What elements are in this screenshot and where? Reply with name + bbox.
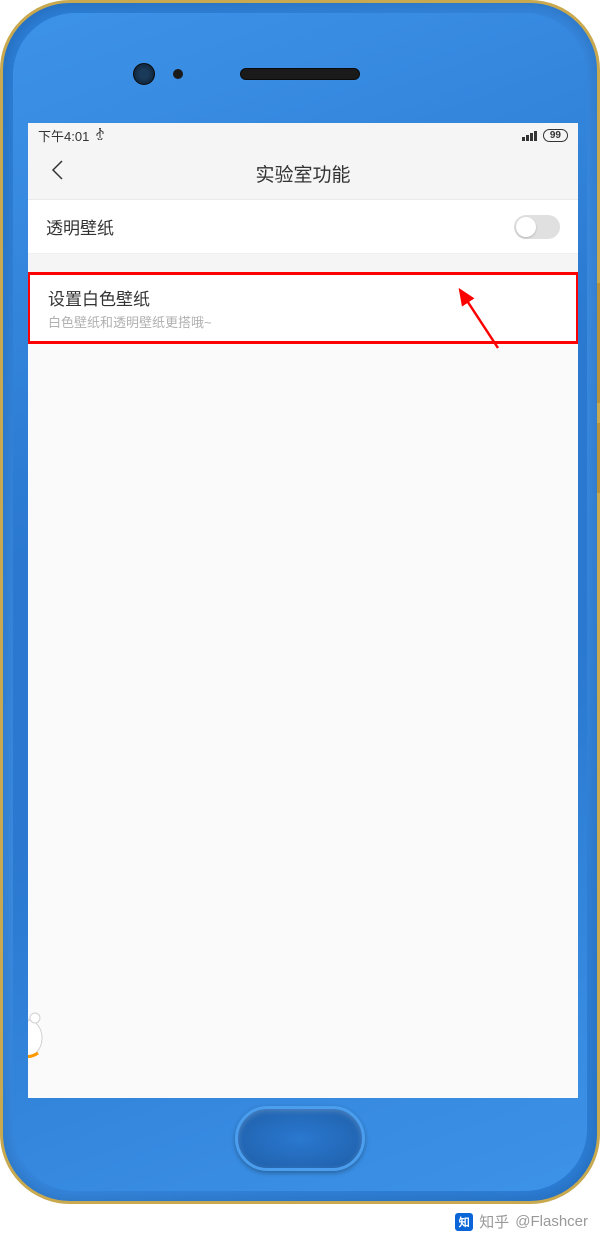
signal-icon [522, 131, 537, 141]
proximity-sensor [173, 69, 183, 79]
front-camera [133, 63, 155, 85]
battery-indicator: 99 [543, 129, 568, 142]
toggle-knob [516, 217, 536, 237]
earpiece-speaker [240, 68, 360, 80]
back-button[interactable] [40, 154, 74, 193]
setting-row-white-wallpaper[interactable]: 设置白色壁纸 白色壁纸和透明壁纸更搭哦~ [28, 272, 578, 344]
zhihu-logo-icon: 知 [455, 1213, 473, 1231]
toggle-transparent-wallpaper[interactable] [514, 215, 560, 239]
watermark-platform: 知乎 [479, 1211, 509, 1232]
setting-row-transparent-wallpaper[interactable]: 透明壁纸 [28, 200, 578, 254]
page-title: 实验室功能 [28, 160, 578, 187]
home-button[interactable] [235, 1106, 365, 1171]
phone-screen: 下午4:01 99 实验室功能 透明壁纸 [28, 123, 578, 1098]
setting-label: 透明壁纸 [46, 214, 114, 239]
watermark-author: @Flashcer [515, 1213, 588, 1230]
setting-title: 设置白色壁纸 [48, 285, 558, 310]
mascot-icon [28, 1008, 53, 1068]
status-time: 下午4:01 [38, 126, 89, 145]
empty-content-area [28, 344, 578, 1098]
phone-frame: 下午4:01 99 实验室功能 透明壁纸 [0, 0, 600, 1204]
watermark: 知 知乎 @Flashcer [455, 1211, 588, 1232]
page-header: 实验室功能 [28, 148, 578, 200]
setting-subtitle: 白色壁纸和透明壁纸更搭哦~ [48, 312, 558, 331]
section-spacer [28, 254, 578, 272]
usb-icon [95, 128, 105, 143]
status-bar: 下午4:01 99 [28, 123, 578, 148]
